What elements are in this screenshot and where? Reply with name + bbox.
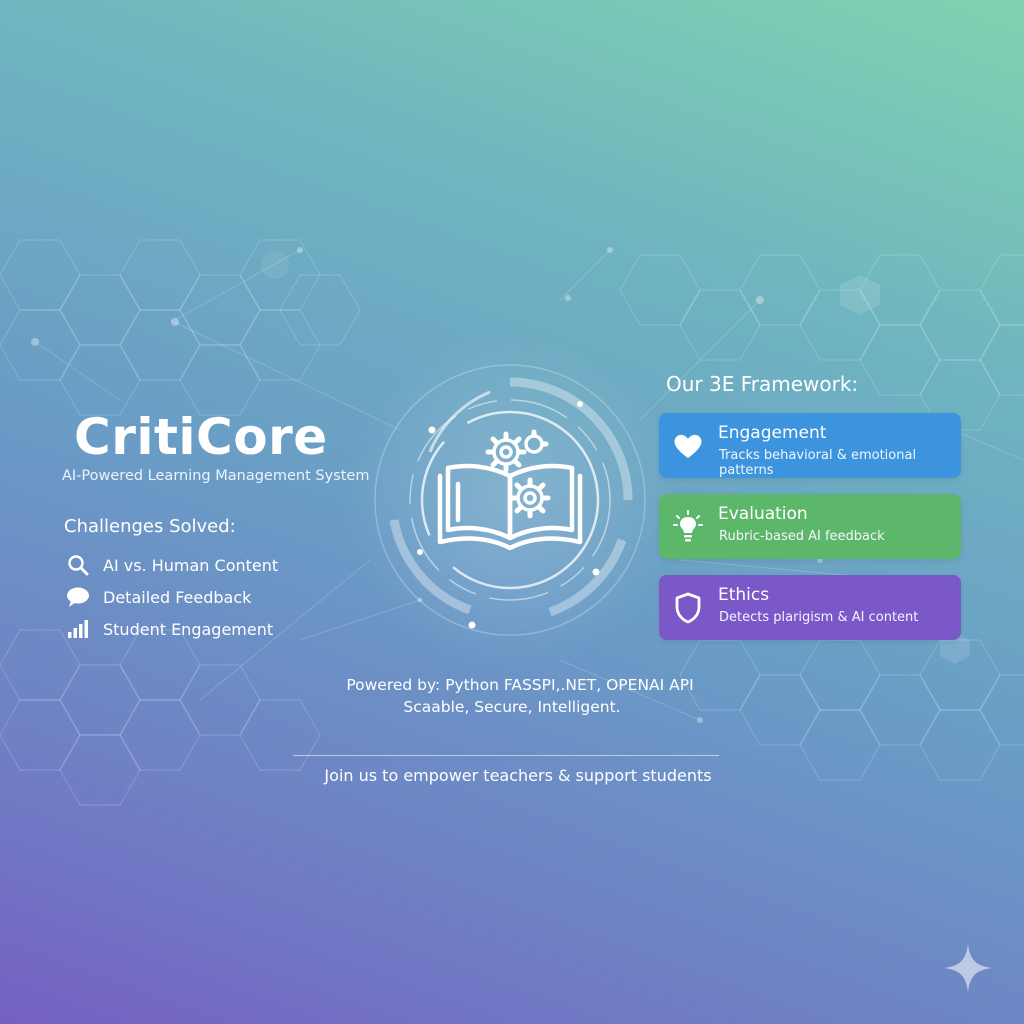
brand-subtitle: AI-Powered Learning Management System [62,468,370,484]
sparkle-icon [944,944,992,992]
framework-card-title: Engagement [718,423,827,443]
framework-card-title: Ethics [718,585,770,605]
tagline-text: Scaable, Secure, Intelligent. [403,698,621,716]
framework-heading: Our 3E Framework: [666,372,859,396]
framework-card-ethics: Ethics Detects plarigism & AI content [659,575,961,640]
book-gears-icon [374,364,646,636]
framework-card-description: Detects plarigism & AI content [719,610,919,625]
call-to-action-text: Join us to empower teachers & support st… [324,766,712,785]
framework-card-description: Tracks behavioral & emotional patterns [719,448,917,478]
framework-card-description: Rubric-based AI feedback [719,529,885,544]
lightbulb-icon [671,510,705,544]
powered-by-text: Powered by: Python FASSPI,.NET, OPENAI A… [346,676,694,694]
divider [293,755,719,756]
challenge-label: Student Engagement [103,619,274,639]
framework-card-evaluation: Evaluation Rubric-based AI feedback [659,494,961,559]
challenge-label: AI vs. Human Content [103,555,279,575]
challenges-heading: Challenges Solved: [64,516,236,537]
challenge-item: Detailed Feedback [66,585,251,609]
challenge-item: Student Engagement [66,617,273,641]
brand-title: CritiCore [74,408,328,466]
shield-icon [671,591,705,625]
bar-chart-icon [66,617,90,641]
search-icon [66,553,90,577]
heart-icon [671,429,705,463]
framework-card-engagement: Engagement Tracks behavioral & emotional… [659,413,961,478]
speech-bubble-icon [66,585,90,609]
framework-card-title: Evaluation [718,504,808,524]
challenge-item: AI vs. Human Content [66,553,278,577]
challenge-label: Detailed Feedback [103,587,252,607]
